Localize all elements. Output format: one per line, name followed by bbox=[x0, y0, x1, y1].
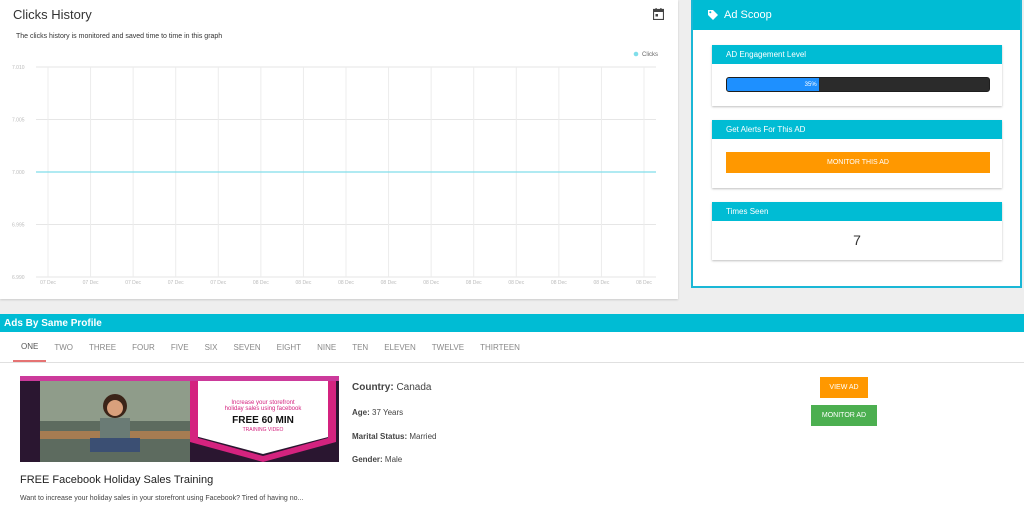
ad-gender: Gender: Male bbox=[352, 455, 402, 464]
ads-by-same-profile-heading: Ads By Same Profile bbox=[0, 314, 1024, 332]
times-seen-box: Times Seen 7 bbox=[712, 202, 1002, 260]
alerts-label: Get Alerts For This AD bbox=[712, 120, 1002, 139]
engagement-box: AD Engagement Level 35% bbox=[712, 45, 1002, 106]
chart-x-tick-label: 07 Dec bbox=[168, 280, 184, 286]
engagement-progress-text: 35% bbox=[804, 81, 817, 88]
age-label: Age: bbox=[352, 408, 370, 417]
age-value: 37 Years bbox=[372, 408, 404, 417]
engagement-progress-bar: 35% bbox=[726, 77, 990, 92]
tab-ten[interactable]: TEN bbox=[344, 332, 376, 362]
chart-x-tick-label: 08 Dec bbox=[551, 280, 567, 286]
ad-scoop-card: Ad Scoop AD Engagement Level 35% Get Ale… bbox=[691, 0, 1022, 288]
ad-description: Want to increase your holiday sales in y… bbox=[20, 495, 304, 502]
ad-marital-status: Marital Status: Married bbox=[352, 432, 436, 441]
chart-y-tick-label: 6.990 bbox=[12, 275, 25, 281]
chart-x-tick-label: 08 Dec bbox=[253, 280, 269, 286]
chart-x-tick-label: 08 Dec bbox=[594, 280, 610, 286]
thumb-line2: holiday sales using facebook bbox=[225, 406, 303, 412]
chart-x-tick-label: 07 Dec bbox=[210, 280, 226, 286]
ad-age: Age: 37 Years bbox=[352, 408, 403, 417]
ad-title[interactable]: FREE Facebook Holiday Sales Training bbox=[20, 474, 213, 486]
clicks-history-subtitle: The clicks history is monitored and save… bbox=[16, 33, 223, 40]
tab-eleven[interactable]: ELEVEN bbox=[376, 332, 424, 362]
ad-country: Country: Canada bbox=[352, 382, 431, 393]
alerts-box: Get Alerts For This AD MONITOR THIS AD bbox=[712, 120, 1002, 188]
tag-icon bbox=[708, 10, 718, 20]
chart-y-tick-label: 6.995 bbox=[12, 223, 25, 229]
ad-scoop-title: Ad Scoop bbox=[724, 9, 772, 21]
tab-seven[interactable]: SEVEN bbox=[226, 332, 269, 362]
chart-x-tick-label: 08 Dec bbox=[466, 280, 482, 286]
thumb-big: FREE 60 MIN bbox=[232, 415, 294, 426]
chart-y-tick-label: 7.010 bbox=[12, 65, 25, 71]
tab-four[interactable]: FOUR bbox=[124, 332, 163, 362]
clicks-chart: 7.010 7.005 7.000 6.995 6.990 07 Dec 07 Dec 07 … bbox=[12, 51, 658, 286]
tab-six[interactable]: SIX bbox=[197, 332, 226, 362]
tabs-divider bbox=[0, 362, 1024, 363]
chart-x-tick-label: 08 Dec bbox=[296, 280, 312, 286]
tab-twelve[interactable]: TWELVE bbox=[424, 332, 472, 362]
marital-value: Married bbox=[409, 432, 437, 441]
chart-x-tick-label: 07 Dec bbox=[83, 280, 99, 286]
tab-five[interactable]: FIVE bbox=[163, 332, 197, 362]
chart-y-tick-label: 7.000 bbox=[12, 170, 25, 176]
gender-label: Gender: bbox=[352, 455, 383, 464]
country-value: Canada bbox=[396, 382, 432, 393]
ad-thumbnail[interactable]: Increase your storefront holiday sales u… bbox=[20, 376, 339, 462]
tab-one[interactable]: ONE bbox=[13, 332, 47, 362]
chart-x-tick-label: 08 Dec bbox=[508, 280, 524, 286]
chart-x-tick-label: 08 Dec bbox=[636, 280, 652, 286]
clicks-history-title: Clicks History bbox=[13, 7, 92, 22]
gender-value: Male bbox=[384, 455, 403, 464]
chart-x-tick-label: 08 Dec bbox=[381, 280, 397, 286]
tab-three[interactable]: THREE bbox=[81, 332, 124, 362]
marital-label: Marital Status: bbox=[352, 432, 408, 441]
engagement-progress-fill: 35% bbox=[727, 78, 819, 91]
profile-tabs: ONE TWO THREE FOUR FIVE SIX SEVEN EIGHT NINE TEN E… bbox=[13, 332, 528, 362]
view-ad-button[interactable]: VIEW AD bbox=[820, 377, 868, 398]
tab-nine[interactable]: NINE bbox=[309, 332, 344, 362]
chart-y-tick-label: 7.005 bbox=[12, 118, 25, 124]
country-label: Country: bbox=[352, 382, 394, 393]
ads-panel: ONE TWO THREE FOUR FIVE SIX SEVEN EIGHT NINE TEN E… bbox=[0, 332, 1024, 527]
times-seen-value: 7 bbox=[853, 232, 861, 248]
calendar-icon[interactable] bbox=[653, 8, 664, 20]
monitor-this-ad-button[interactable]: MONITOR THIS AD bbox=[726, 152, 990, 173]
thumb-small: TRAINING VIDEO bbox=[243, 427, 284, 433]
tab-two[interactable]: TWO bbox=[46, 332, 81, 362]
engagement-label: AD Engagement Level bbox=[712, 45, 1002, 64]
times-seen-label: Times Seen bbox=[712, 202, 1002, 221]
tab-thirteen[interactable]: THIRTEEN bbox=[472, 332, 528, 362]
tab-eight[interactable]: EIGHT bbox=[269, 332, 309, 362]
chart-legend-label: Clicks bbox=[642, 52, 658, 58]
clicks-history-card: Clicks History The clicks history is mon… bbox=[0, 0, 678, 299]
chart-x-tick-label: 07 Dec bbox=[125, 280, 141, 286]
chart-x-tick-label: 08 Dec bbox=[423, 280, 439, 286]
chart-x-tick-label: 08 Dec bbox=[338, 280, 354, 286]
chart-legend-marker bbox=[633, 51, 639, 57]
monitor-ad-button[interactable]: MONITOR AD bbox=[811, 405, 877, 426]
ad-scoop-header: Ad Scoop bbox=[693, 0, 1020, 30]
chart-x-tick-label: 07 Dec bbox=[40, 280, 56, 286]
